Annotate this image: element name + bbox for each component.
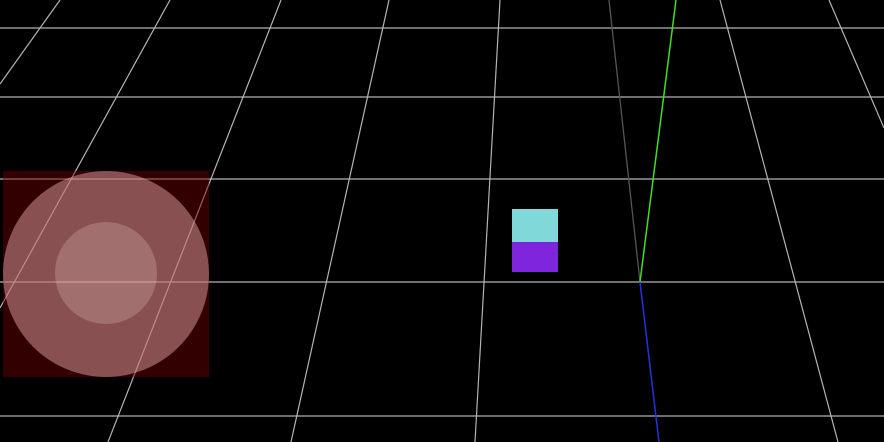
y-axis-line — [639, 0, 677, 283]
grid-line-vertical — [719, 0, 839, 442]
grid-line-vertical — [290, 0, 390, 442]
player-cube[interactable] — [512, 209, 558, 272]
virtual-joystick-zone[interactable] — [3, 171, 209, 377]
grid-line-vertical — [0, 0, 61, 85]
z-axis-line — [639, 281, 660, 442]
axis-gizmo — [608, 0, 677, 442]
x-axis-line — [608, 0, 641, 283]
grid-line-vertical — [474, 0, 501, 442]
cube-front-face — [512, 242, 558, 272]
joystick-knob[interactable] — [55, 222, 157, 324]
cube-top-face — [512, 209, 558, 242]
joystick-base[interactable] — [3, 171, 209, 377]
grid-line-vertical — [828, 0, 884, 129]
